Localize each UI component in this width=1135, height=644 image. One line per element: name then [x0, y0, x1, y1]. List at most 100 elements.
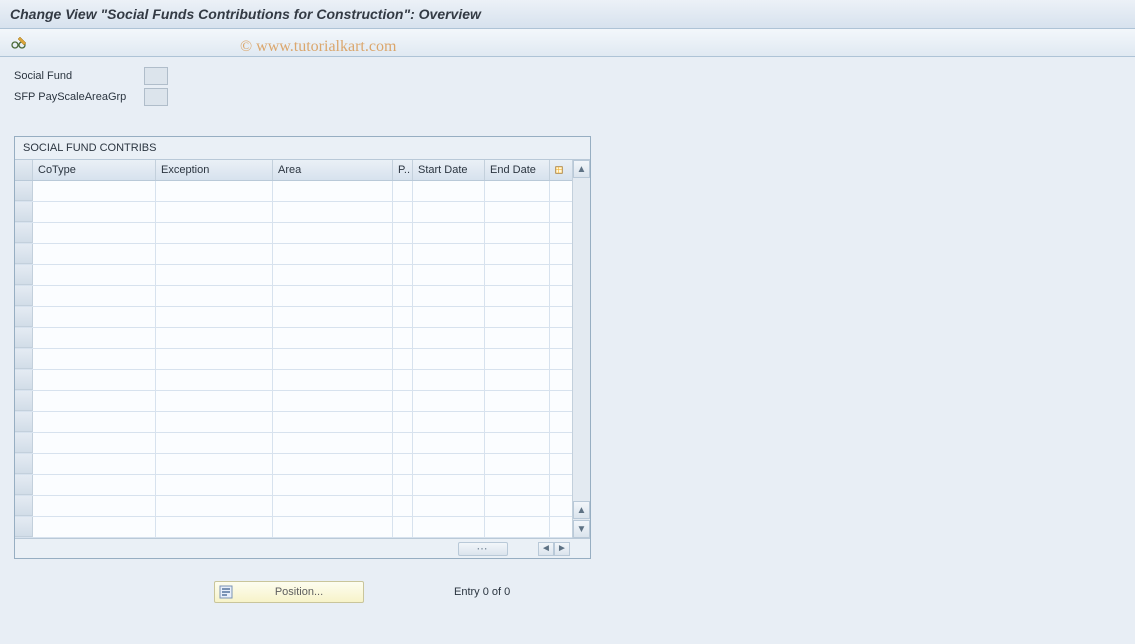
table-cell[interactable] [393, 349, 413, 369]
table-cell[interactable] [393, 328, 413, 348]
row-selector[interactable] [15, 475, 33, 495]
table-cell[interactable] [273, 433, 393, 453]
hscroll-right-button[interactable]: ► [554, 542, 570, 556]
row-selector[interactable] [15, 223, 33, 243]
table-cell[interactable] [485, 223, 550, 243]
col-header-end[interactable]: End Date [485, 160, 550, 180]
table-cell[interactable] [273, 517, 393, 537]
table-cell[interactable] [156, 181, 273, 201]
table-cell[interactable] [33, 223, 156, 243]
hscroll-left-button[interactable]: ◄ [538, 542, 554, 556]
table-cell[interactable] [273, 307, 393, 327]
table-cell[interactable] [413, 307, 485, 327]
table-cell[interactable] [156, 517, 273, 537]
table-cell[interactable] [156, 307, 273, 327]
table-cell[interactable] [393, 475, 413, 495]
table-cell[interactable] [33, 202, 156, 222]
table-cell[interactable] [33, 496, 156, 516]
table-cell[interactable] [485, 412, 550, 432]
table-cell[interactable] [413, 391, 485, 411]
table-cell[interactable] [273, 475, 393, 495]
table-cell[interactable] [156, 412, 273, 432]
hscroll-thumb[interactable]: ⋯ [458, 542, 508, 556]
table-cell[interactable] [485, 454, 550, 474]
table-cell[interactable] [413, 349, 485, 369]
table-cell[interactable] [273, 496, 393, 516]
table-cell[interactable] [413, 286, 485, 306]
table-cell[interactable] [393, 223, 413, 243]
table-cell[interactable] [33, 475, 156, 495]
table-cell[interactable] [273, 370, 393, 390]
table-cell[interactable] [33, 433, 156, 453]
table-cell[interactable] [393, 433, 413, 453]
row-selector[interactable] [15, 517, 33, 537]
table-cell[interactable] [485, 286, 550, 306]
row-selector[interactable] [15, 328, 33, 348]
table-cell[interactable] [273, 286, 393, 306]
scroll-up-button[interactable]: ▲ [573, 160, 590, 178]
row-selector[interactable] [15, 370, 33, 390]
table-cell[interactable] [273, 328, 393, 348]
table-cell[interactable] [33, 454, 156, 474]
table-cell[interactable] [273, 223, 393, 243]
table-cell[interactable] [413, 370, 485, 390]
table-cell[interactable] [393, 370, 413, 390]
table-cell[interactable] [485, 517, 550, 537]
table-cell[interactable] [33, 265, 156, 285]
row-selector[interactable] [15, 244, 33, 264]
table-cell[interactable] [413, 433, 485, 453]
table-cell[interactable] [485, 370, 550, 390]
table-cell[interactable] [156, 265, 273, 285]
sfp-payscale-input[interactable] [144, 88, 168, 106]
table-cell[interactable] [156, 223, 273, 243]
table-cell[interactable] [33, 391, 156, 411]
table-cell[interactable] [485, 349, 550, 369]
table-cell[interactable] [393, 286, 413, 306]
table-cell[interactable] [413, 181, 485, 201]
vertical-scrollbar[interactable]: ▲ ▲ ▼ [572, 160, 590, 538]
table-cell[interactable] [413, 412, 485, 432]
table-cell[interactable] [156, 349, 273, 369]
table-cell[interactable] [485, 244, 550, 264]
table-cell[interactable] [33, 412, 156, 432]
position-button[interactable]: Position... [214, 581, 364, 603]
table-config-button[interactable] [550, 160, 568, 180]
table-cell[interactable] [485, 391, 550, 411]
table-cell[interactable] [273, 181, 393, 201]
table-cell[interactable] [413, 517, 485, 537]
table-cell[interactable] [273, 412, 393, 432]
col-header-area[interactable]: Area [273, 160, 393, 180]
table-cell[interactable] [485, 328, 550, 348]
row-selector[interactable] [15, 454, 33, 474]
col-header-cotype[interactable]: CoType [33, 160, 156, 180]
scroll-down-button[interactable]: ▲ [573, 501, 590, 519]
table-cell[interactable] [156, 454, 273, 474]
table-cell[interactable] [273, 202, 393, 222]
row-selector[interactable] [15, 412, 33, 432]
table-cell[interactable] [413, 244, 485, 264]
table-cell[interactable] [273, 349, 393, 369]
row-selector[interactable] [15, 286, 33, 306]
table-cell[interactable] [413, 223, 485, 243]
table-cell[interactable] [393, 307, 413, 327]
col-header-start[interactable]: Start Date [413, 160, 485, 180]
table-cell[interactable] [413, 202, 485, 222]
table-cell[interactable] [156, 496, 273, 516]
table-cell[interactable] [33, 286, 156, 306]
select-all-header[interactable] [15, 160, 33, 180]
table-cell[interactable] [393, 412, 413, 432]
table-cell[interactable] [485, 475, 550, 495]
table-cell[interactable] [273, 391, 393, 411]
table-cell[interactable] [273, 454, 393, 474]
table-cell[interactable] [393, 496, 413, 516]
row-selector[interactable] [15, 349, 33, 369]
table-cell[interactable] [33, 370, 156, 390]
table-cell[interactable] [393, 454, 413, 474]
row-selector[interactable] [15, 265, 33, 285]
table-cell[interactable] [33, 517, 156, 537]
table-cell[interactable] [156, 244, 273, 264]
table-cell[interactable] [485, 307, 550, 327]
table-cell[interactable] [156, 202, 273, 222]
table-cell[interactable] [33, 307, 156, 327]
row-selector[interactable] [15, 307, 33, 327]
